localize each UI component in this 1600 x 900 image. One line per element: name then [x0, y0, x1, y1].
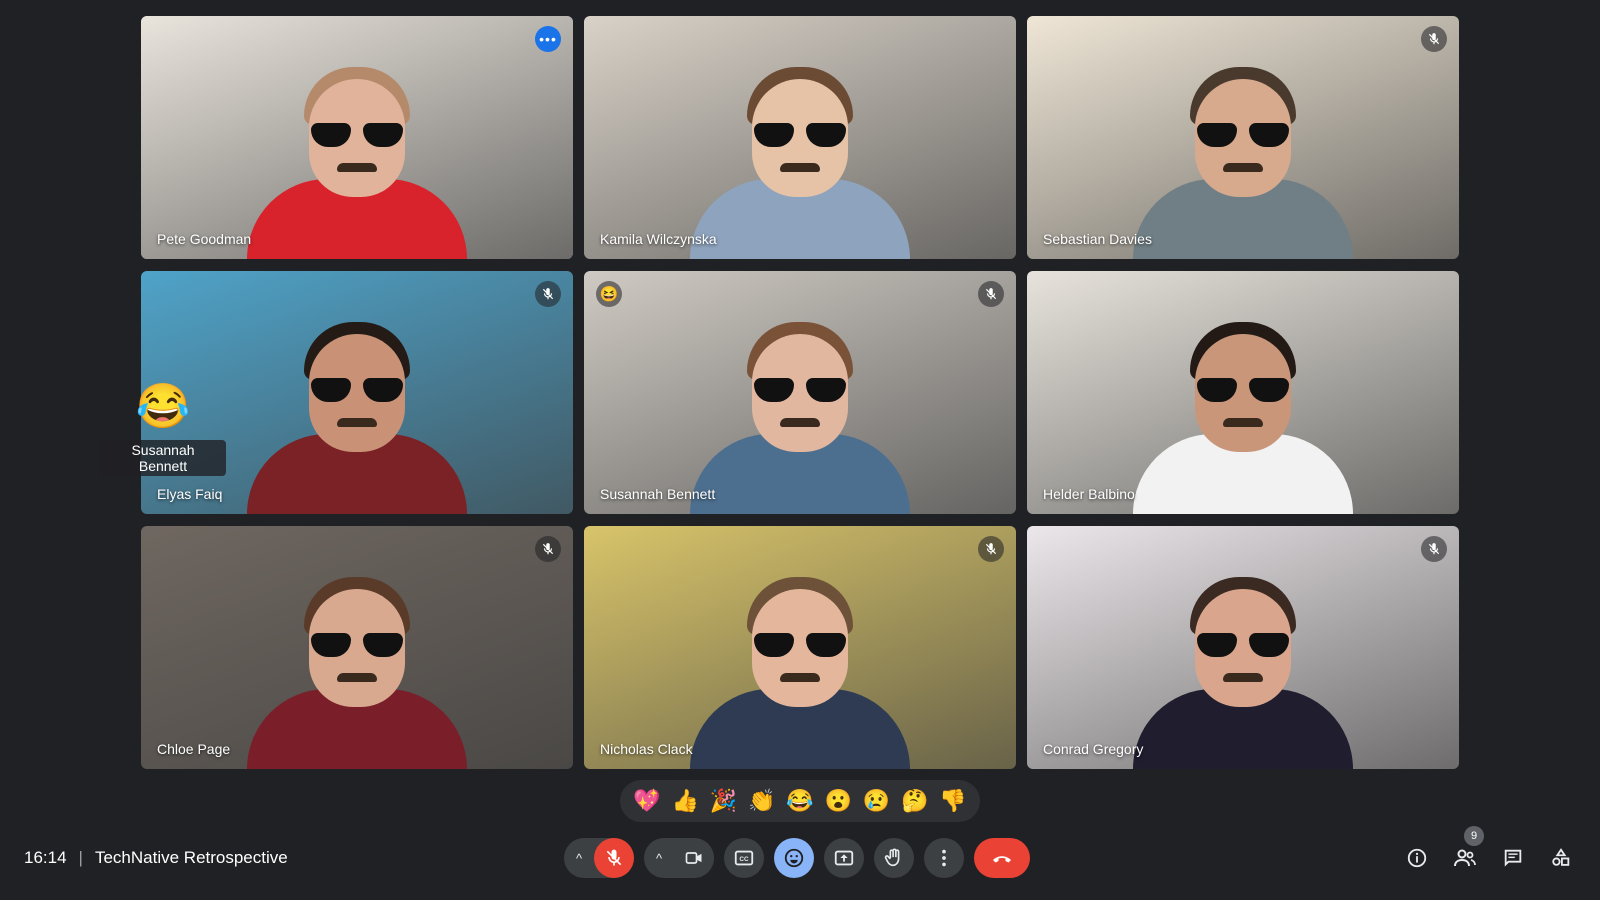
- reaction-button[interactable]: 🤔: [901, 788, 928, 814]
- emoji-reactions-icon[interactable]: [774, 838, 814, 878]
- participant-video: [242, 39, 472, 259]
- meeting-details: 16:14 | TechNative Retrospective: [24, 848, 288, 868]
- more-options-icon[interactable]: [924, 838, 964, 878]
- mic-muted-icon: [535, 536, 561, 562]
- reaction-button[interactable]: 😢: [863, 788, 890, 814]
- participant-name: Kamila Wilczynska: [600, 231, 717, 247]
- floating-reaction-emoji: 😂: [135, 382, 191, 431]
- reaction-button[interactable]: 🎉: [710, 788, 737, 814]
- call-controls: ^ ^ CC: [564, 838, 1030, 878]
- participant-tile[interactable]: Sebastian Davies: [1027, 16, 1459, 259]
- camera-icon[interactable]: [674, 838, 714, 878]
- mic-muted-icon: [978, 536, 1004, 562]
- participant-name: Nicholas Clack: [600, 741, 693, 757]
- people-icon[interactable]: 9: [1450, 826, 1484, 878]
- reaction-button[interactable]: 😮: [825, 788, 852, 814]
- participant-video: [1128, 39, 1358, 259]
- participant-tile[interactable]: Conrad Gregory: [1027, 526, 1459, 769]
- video-grid: Pete Goodman ••• Kamila Wilczynska Sebas…: [141, 16, 1460, 769]
- info-icon[interactable]: [1402, 838, 1432, 878]
- participant-tile[interactable]: Susannah Bennett 😆: [584, 271, 1016, 514]
- raise-hand-icon[interactable]: [874, 838, 914, 878]
- participant-video: [685, 549, 915, 769]
- participant-tile[interactable]: Chloe Page: [141, 526, 573, 769]
- reaction-button[interactable]: 👏: [748, 788, 775, 814]
- svg-text:CC: CC: [739, 856, 749, 863]
- end-call-icon[interactable]: [974, 838, 1030, 878]
- participant-video: [242, 294, 472, 514]
- participant-video: [1128, 549, 1358, 769]
- participant-tile[interactable]: Kamila Wilczynska: [584, 16, 1016, 259]
- reaction-button[interactable]: 💖: [633, 788, 660, 814]
- mic-muted-icon: [978, 281, 1004, 307]
- meeting-time: 16:14: [24, 848, 67, 867]
- reaction-button[interactable]: 👍: [672, 788, 699, 814]
- mic-options-chevron-icon[interactable]: ^: [564, 851, 594, 866]
- meeting-title: TechNative Retrospective: [94, 848, 288, 867]
- participant-reaction-emoji: 😆: [596, 281, 622, 307]
- reaction-button[interactable]: 👎: [939, 788, 966, 814]
- participant-name: Conrad Gregory: [1043, 741, 1144, 757]
- bottom-bar: 16:14 | TechNative Retrospective ^ ^ CC: [0, 826, 1600, 890]
- present-screen-icon[interactable]: [824, 838, 864, 878]
- participant-tile[interactable]: Nicholas Clack: [584, 526, 1016, 769]
- mic-off-icon[interactable]: [594, 838, 634, 878]
- participant-video: [685, 294, 915, 514]
- floating-reaction-name: Susannah Bennett: [100, 440, 226, 476]
- participant-name: Helder Balbino: [1043, 486, 1135, 502]
- camera-options-chevron-icon[interactable]: ^: [644, 851, 674, 866]
- participant-name: Pete Goodman: [157, 231, 252, 247]
- participant-name: Chloe Page: [157, 741, 231, 757]
- side-tools: 9: [1402, 826, 1576, 878]
- people-count-badge: 9: [1464, 826, 1484, 846]
- participant-video: [685, 39, 915, 259]
- chat-icon[interactable]: [1498, 838, 1528, 878]
- activities-icon[interactable]: [1546, 838, 1576, 878]
- reaction-button[interactable]: 😂: [786, 788, 813, 814]
- captions-icon[interactable]: CC: [724, 838, 764, 878]
- camera-control-group: ^: [644, 838, 714, 878]
- mic-muted-icon: [1421, 26, 1447, 52]
- participant-name: Sebastian Davies: [1043, 231, 1152, 247]
- participant-name: Elyas Faiq: [157, 486, 223, 502]
- mic-muted-icon: [1421, 536, 1447, 562]
- reaction-bar: 💖 👍 🎉 👏 😂 😮 😢 🤔 👎: [620, 780, 980, 822]
- participant-tile[interactable]: Pete Goodman •••: [141, 16, 573, 259]
- participant-video: [242, 549, 472, 769]
- floating-reaction: 😂 Susannah Bennett: [100, 382, 226, 476]
- more-options-icon[interactable]: •••: [535, 26, 561, 52]
- mic-muted-icon: [535, 281, 561, 307]
- participant-name: Susannah Bennett: [600, 486, 716, 502]
- participant-video: [1128, 294, 1358, 514]
- participant-tile[interactable]: Helder Balbino: [1027, 271, 1459, 514]
- mic-control-group: ^: [564, 838, 634, 878]
- separator: |: [78, 848, 83, 867]
